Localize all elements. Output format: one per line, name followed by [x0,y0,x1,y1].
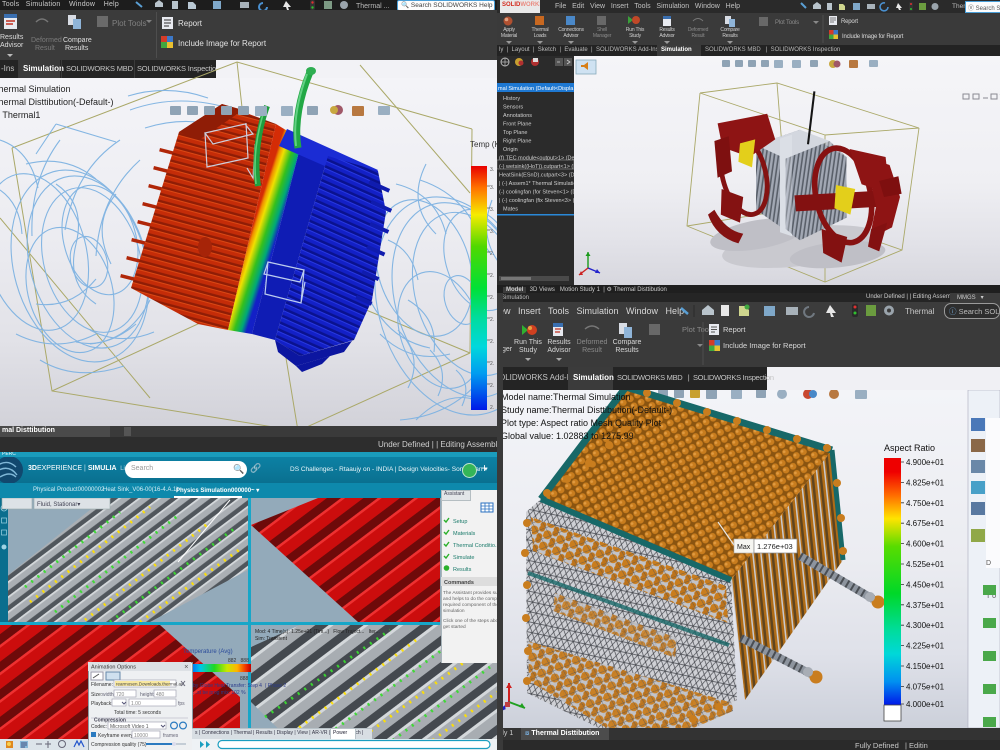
svg-text:required component of the: required component of the [443,602,497,608]
svg-text:4.825e+01: 4.825e+01 [906,478,945,487]
svg-text:Codec:: Codec: [91,724,107,730]
svg-text:rearmosen.Downloads.thermal.av: rearmosen.Downloads.thermal.avi [116,682,184,687]
svg-text:fps: fps [178,701,185,707]
svg-text:2.: 2. [490,383,494,389]
svg-text:frames: frames [163,733,179,739]
svg-text:height: height [140,692,154,698]
svg-text:4.900e+01: 4.900e+01 [906,458,945,467]
svg-text:Compression quality (75): Compression quality (75) [91,742,147,748]
svg-text:Commands: Commands [444,580,474,586]
svg-text:get started: get started [443,624,466,630]
svg-text:4.750e+01: 4.750e+01 [906,499,945,508]
svg-text:D: D [986,560,991,567]
svg-text:simulation: simulation [443,608,465,614]
svg-text:1.276e+03: 1.276e+03 [757,542,793,551]
svg-text:and helps to do the comp...: and helps to do the comp... [443,596,497,602]
svg-text:Filename:: Filename: [91,682,113,688]
svg-text:1.00: 1.00 [131,701,141,707]
svg-text:4.300e+01: 4.300e+01 [906,621,945,630]
svg-text:✕: ✕ [184,665,189,671]
svg-text:Results: Results [453,567,472,573]
svg-text:4.525e+01: 4.525e+01 [906,560,945,569]
svg-text:Materials: Materials [453,531,476,537]
svg-text:Keyframe every: Keyframe every [98,733,134,739]
svg-text:888: 888 [240,676,249,682]
svg-text:Aspect Ratio: Aspect Ratio [884,443,935,453]
svg-text:by Globe Heat Transfer: Step 4: by Globe Heat Transfer: Step 4 ( Phase 2 [193,683,286,689]
svg-text:Temperature (Avg): Temperature (Avg) [183,649,233,655]
svg-text:882 888: 882 888 [228,658,249,664]
svg-text:4.375e+01: 4.375e+01 [906,601,945,610]
svg-text:Sim: Transient: Sim: Transient [255,636,288,642]
svg-text:720: 720 [116,692,125,698]
svg-text:Thermal Conditio...: Thermal Conditio... [453,543,497,549]
svg-text:Fluid, Stationar▾: Fluid, Stationar▾ [37,502,80,508]
svg-text:Temp (K: Temp (K [470,140,497,149]
svg-text:2.: 2. [490,317,494,323]
svg-text:Animation Options: Animation Options [91,665,136,671]
svg-text:Simulate: Simulate [453,555,474,561]
svg-text:Click one of the steps above..: Click one of the steps above... [443,618,497,624]
svg-text:4.150e+01: 4.150e+01 [906,662,945,671]
svg-text:...st be prog mix: 102 %: ...st be prog mix: 102 % [193,690,246,696]
svg-text:3.: 3. [490,167,494,173]
svg-text:2.: 2. [490,339,494,345]
svg-text:Max: Max [737,544,751,551]
svg-text:Size:: Size: [91,692,102,698]
svg-text:4.675e+01: 4.675e+01 [906,519,945,528]
svg-text:4.225e+01: 4.225e+01 [906,642,945,651]
svg-text:Mod: 4 Time(s): 1.25e+01 (Tim.: Mod: 4 Time(s): 1.25e+01 (Tim...) Flow T… [255,629,380,635]
svg-text:4.450e+01: 4.450e+01 [906,580,945,589]
svg-text:3.: 3. [490,185,494,191]
svg-text:Microsoft Video 1: Microsoft Video 1 [110,724,149,730]
svg-text:10000: 10000 [134,733,148,739]
svg-text:480: 480 [156,692,165,698]
svg-text:The Assistant provides supp...: The Assistant provides supp... [443,590,497,596]
svg-text:2.: 2. [490,295,494,301]
svg-text:2.: 2. [490,405,494,411]
svg-text:4.600e+01: 4.600e+01 [906,540,945,549]
svg-text:2.: 2. [490,273,494,279]
svg-text:Setup: Setup [453,519,467,525]
svg-text:3.: 3. [490,229,494,235]
svg-text:4.075e+01: 4.075e+01 [906,682,945,691]
svg-text:width: width [102,692,114,698]
svg-text:2.: 2. [490,251,494,257]
svg-text:Playback:: Playback: [91,701,113,707]
svg-text:2.: 2. [490,361,494,367]
svg-text:4.000e+01: 4.000e+01 [906,700,945,709]
svg-text:3.: 3. [490,207,494,213]
svg-text:Total time: 5 seconds: Total time: 5 seconds [114,710,161,716]
